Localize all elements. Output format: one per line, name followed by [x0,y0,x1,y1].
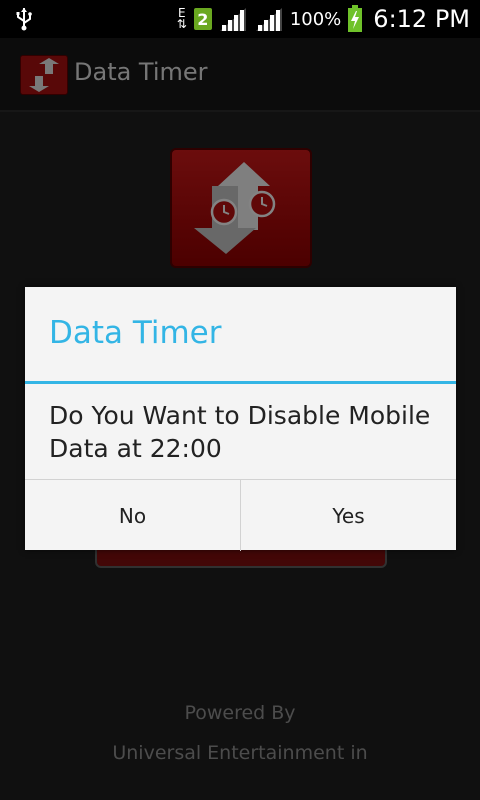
dialog-title: Data Timer [49,315,222,351]
battery-charging-icon [348,5,363,32]
no-button[interactable]: No [25,480,241,551]
network-e-icon: E ⇅ [176,6,187,31]
confirm-dialog: Data Timer Do You Want to Disable Mobile… [25,287,456,551]
status-bar: E ⇅ 2 100% 6:12 PM [0,0,480,38]
signal-icon-2 [255,8,282,31]
battery-percent: 100% [289,8,342,30]
dialog-button-bar: No Yes [25,479,456,551]
signal-icon [219,8,246,31]
sim-2-icon: 2 [193,8,212,30]
clock: 6:12 PM [373,5,470,33]
yes-button[interactable]: Yes [241,480,456,551]
dialog-divider [25,381,456,384]
usb-icon [14,7,34,35]
dialog-message: Do You Want to Disable Mobile Data at 22… [49,401,431,463]
